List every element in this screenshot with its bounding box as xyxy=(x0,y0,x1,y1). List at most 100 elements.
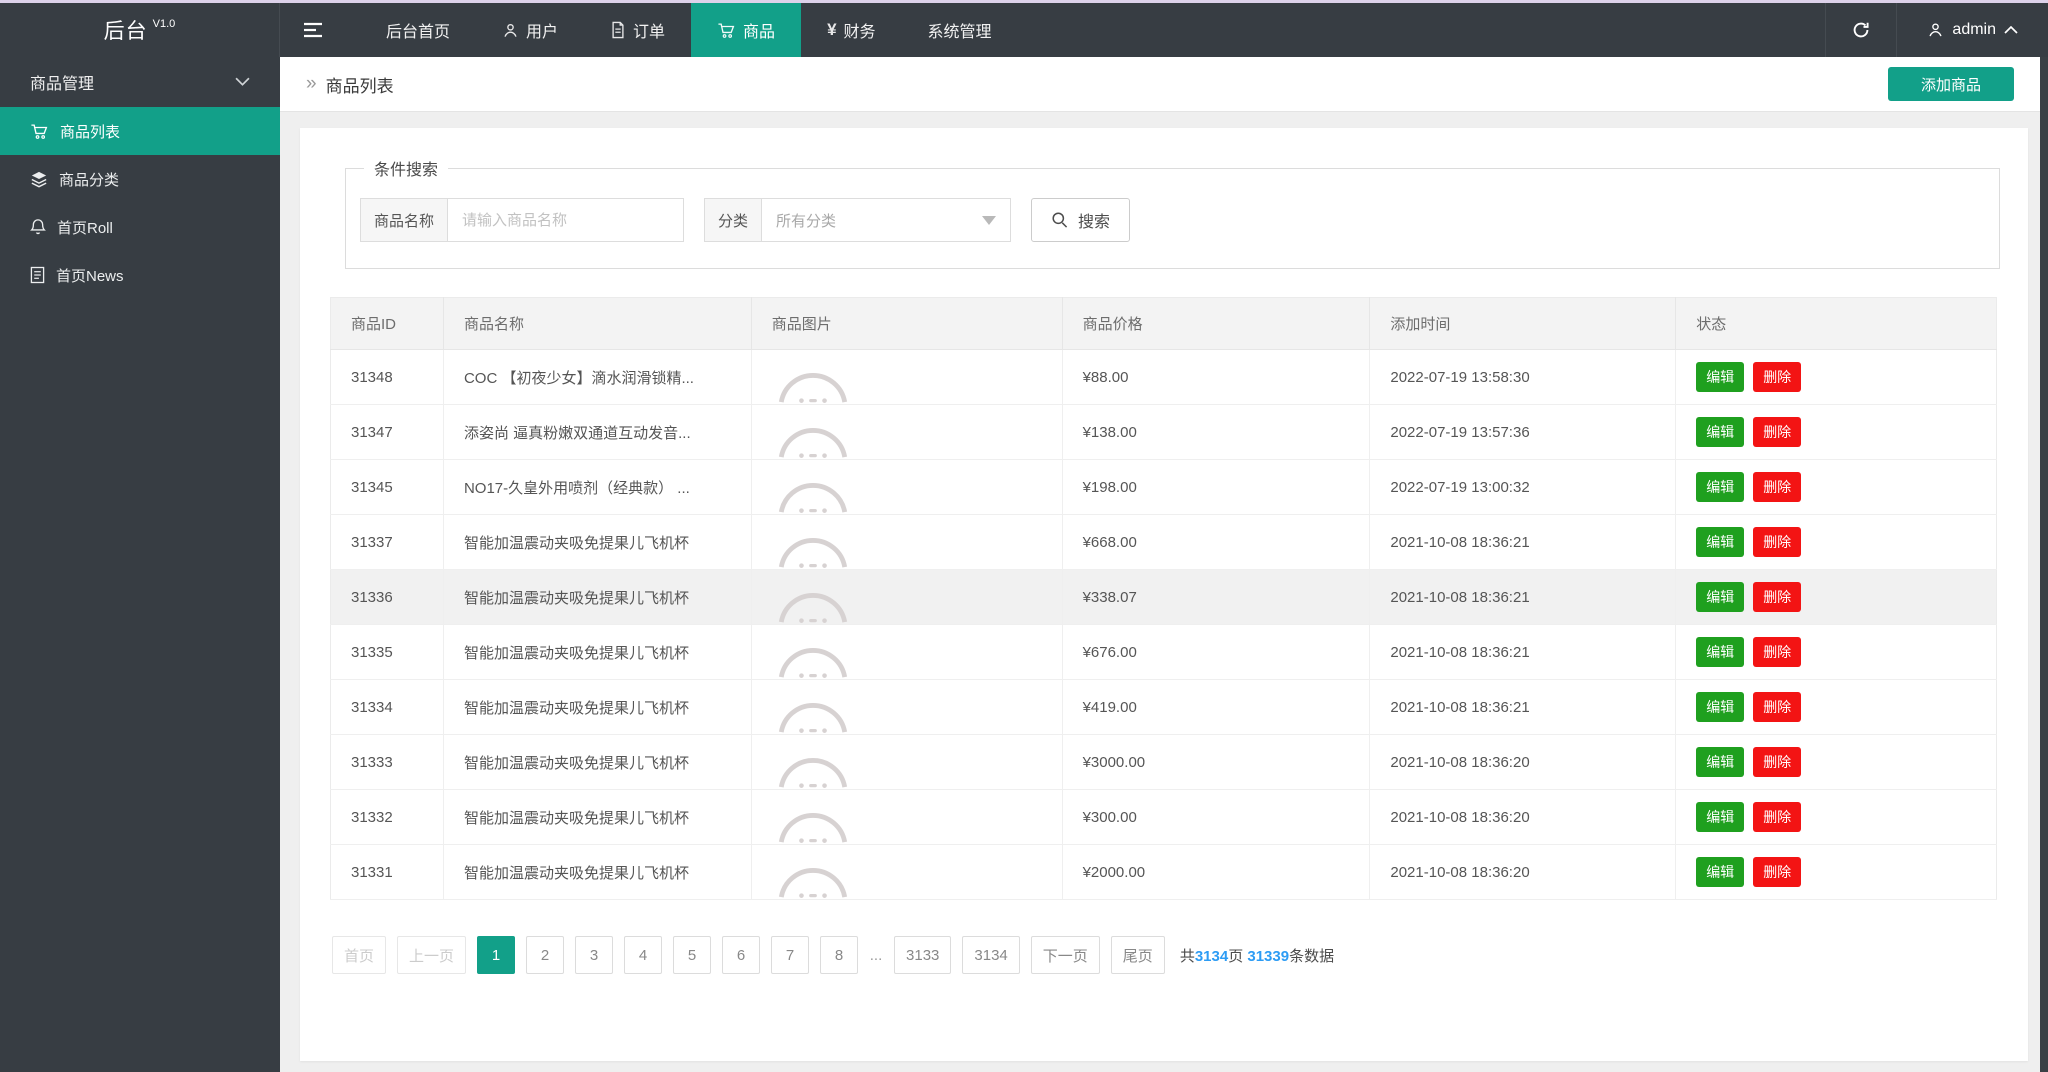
delete-button[interactable]: 删除 xyxy=(1753,857,1802,887)
refresh-icon[interactable] xyxy=(1825,3,1898,57)
edit-button[interactable]: 编辑 xyxy=(1696,362,1745,392)
goods-price-cell: ¥2000.00 xyxy=(1062,844,1371,900)
table-row: 31337 智能加温震动夹吸免提果儿飞机杯 ¥668.00 2021-10-08 18… xyxy=(330,514,1997,570)
page-body: 条件搜索 商品名称 分类 所有分类 搜 xyxy=(280,112,2040,1061)
goods-name-cell: NO17-久皇外用喷剂（经典款） ... xyxy=(443,459,752,515)
goods-status-cell: 编辑 删除 xyxy=(1675,844,1997,900)
nav-item-goods[interactable]: 商品 xyxy=(691,3,802,57)
goods-name-input[interactable] xyxy=(448,199,684,241)
edit-button[interactable]: 编辑 xyxy=(1696,747,1745,777)
search-icon xyxy=(1052,212,1068,228)
pagination-item[interactable]: 3133 xyxy=(894,936,952,974)
column-header: 商品名称 xyxy=(443,297,752,350)
pagination-item[interactable]: 3 xyxy=(575,936,614,974)
sidebar-group-goods[interactable]: 商品管理 xyxy=(0,57,280,107)
edit-button[interactable]: 编辑 xyxy=(1696,472,1745,502)
edit-button[interactable]: 编辑 xyxy=(1696,692,1745,722)
pagination-item[interactable]: 首页 xyxy=(332,936,387,974)
goods-time-cell: 2021-10-08 18:36:20 xyxy=(1369,844,1677,900)
broken-image-placeholder xyxy=(778,868,847,898)
search-button[interactable]: 搜索 xyxy=(1031,198,1131,242)
content-card: 条件搜索 商品名称 分类 所有分类 搜 xyxy=(300,128,2028,1061)
app-version: V1.0 xyxy=(152,18,176,30)
pagination-item[interactable]: 6 xyxy=(722,936,761,974)
table-row: 31347 添姿尚 逼真粉嫩双通道互动发音... ¥138.00 2022-07-19… xyxy=(330,404,1997,460)
broken-image-placeholder xyxy=(778,593,847,623)
sidebar-group-label: 商品管理 xyxy=(30,76,95,93)
pagination: 首页 上一页 1 2 3 4 5 6 7 8... 3133 3134 下一页 尾页 共3134页 3133… xyxy=(332,936,1998,974)
delete-button[interactable]: 删除 xyxy=(1753,692,1802,722)
pagination-item[interactable]: 4 xyxy=(624,936,663,974)
goods-id-cell: 31348 xyxy=(330,349,444,405)
pagination-item[interactable]: 3134 xyxy=(962,936,1020,974)
broken-image-placeholder xyxy=(778,758,847,788)
goods-price-cell: ¥668.00 xyxy=(1062,514,1371,570)
total-records: 31339 xyxy=(1247,947,1290,965)
delete-button[interactable]: 删除 xyxy=(1753,802,1802,832)
sidebar-item-home-roll[interactable]: 首页Roll xyxy=(0,203,280,251)
total-pages: 3134 xyxy=(1194,947,1229,965)
goods-image-cell xyxy=(751,844,1063,900)
top-nav: 后台首页 用户 订单 商品 ¥ 财务 系统管理 xyxy=(360,3,1018,57)
edit-button[interactable]: 编辑 xyxy=(1696,857,1745,887)
goods-name-cell: 智能加温震动夹吸免提果儿飞机杯 xyxy=(443,569,752,625)
delete-button[interactable]: 删除 xyxy=(1753,747,1802,777)
nav-item-finance[interactable]: ¥ 财务 xyxy=(801,3,901,57)
add-goods-button[interactable]: 添加商品 xyxy=(1888,67,2014,101)
table-row: 31348 COC 【初夜少女】滴水润滑锁精... ¥88.00 2022-07-19… xyxy=(330,349,1997,405)
goods-name-cell: 智能加温震动夹吸免提果儿飞机杯 xyxy=(443,844,752,900)
table-row: 31333 智能加温震动夹吸免提果儿飞机杯 ¥3000.00 2021-10-08 1… xyxy=(330,734,1997,790)
broken-image-placeholder xyxy=(778,483,847,513)
menu-toggle-icon[interactable] xyxy=(280,3,346,57)
scrollbar-track[interactable] xyxy=(2040,57,2048,1072)
goods-status-cell: 编辑 删除 xyxy=(1675,789,1997,845)
pagination-item[interactable]: 5 xyxy=(673,936,712,974)
nav-item-home[interactable]: 后台首页 xyxy=(360,3,476,57)
delete-button[interactable]: 删除 xyxy=(1753,527,1802,557)
edit-button[interactable]: 编辑 xyxy=(1696,417,1745,447)
sidebar-item-goods-category[interactable]: 商品分类 xyxy=(0,155,280,203)
pagination-item[interactable]: 7 xyxy=(771,936,810,974)
broken-image-placeholder xyxy=(778,373,847,403)
goods-time-cell: 2021-10-08 18:36:20 xyxy=(1369,734,1677,790)
pagination-item[interactable]: 2 xyxy=(526,936,565,974)
edit-button[interactable]: 编辑 xyxy=(1696,637,1745,667)
category-group: 分类 所有分类 xyxy=(704,198,1012,242)
delete-button[interactable]: 删除 xyxy=(1753,472,1802,502)
nav-item-orders[interactable]: 订单 xyxy=(584,3,691,57)
nav-item-label: 财务 xyxy=(843,24,876,41)
nav-item-label: 用户 xyxy=(526,24,559,41)
goods-image-cell xyxy=(751,679,1063,735)
pagination-item[interactable]: 下一页 xyxy=(1030,936,1100,974)
goods-image-cell xyxy=(751,569,1063,625)
pagination-item[interactable]: 8 xyxy=(820,936,859,974)
sidebar-item-goods-list[interactable]: 商品列表 xyxy=(0,107,280,155)
delete-button[interactable]: 删除 xyxy=(1753,417,1802,447)
goods-name-cell: COC 【初夜少女】滴水润滑锁精... xyxy=(443,349,752,405)
category-select[interactable]: 所有分类 xyxy=(762,199,1011,241)
delete-button[interactable]: 删除 xyxy=(1753,637,1802,667)
nav-item-users[interactable]: 用户 xyxy=(476,3,584,57)
sidebar: 商品管理 商品列表 商品分类 首页Roll 首页News xyxy=(0,57,280,1072)
delete-button[interactable]: 删除 xyxy=(1753,582,1802,612)
table-header-row: 商品ID 商品名称 商品图片 商品价格 添加时间 状态 xyxy=(330,297,1997,350)
goods-time-cell: 2021-10-08 18:36:21 xyxy=(1369,679,1677,735)
table-row: 31331 智能加温震动夹吸免提果儿飞机杯 ¥2000.00 2021-10-08 1… xyxy=(330,844,1997,900)
sidebar-item-home-news[interactable]: 首页News xyxy=(0,251,280,299)
edit-button[interactable]: 编辑 xyxy=(1696,527,1745,557)
edit-button[interactable]: 编辑 xyxy=(1696,802,1745,832)
delete-button[interactable]: 删除 xyxy=(1753,362,1802,392)
category-label: 分类 xyxy=(705,199,763,241)
nav-item-label: 后台首页 xyxy=(386,24,451,41)
admin-dropdown[interactable]: admin xyxy=(1897,3,2048,57)
pagination-item[interactable]: 尾页 xyxy=(1110,936,1165,974)
goods-price-cell: ¥676.00 xyxy=(1062,624,1371,680)
goods-name-cell: 智能加温震动夹吸免提果儿飞机杯 xyxy=(443,789,752,845)
app-logo: 后台 V1.0 xyxy=(0,3,280,57)
pagination-item[interactable]: 1 xyxy=(477,936,516,974)
pagination-item[interactable]: 上一页 xyxy=(397,936,467,974)
edit-button[interactable]: 编辑 xyxy=(1696,582,1745,612)
goods-name-group: 商品名称 xyxy=(360,198,685,242)
nav-item-system[interactable]: 系统管理 xyxy=(902,3,1018,57)
breadcrumb: » 商品列表 添加商品 xyxy=(280,57,2040,112)
